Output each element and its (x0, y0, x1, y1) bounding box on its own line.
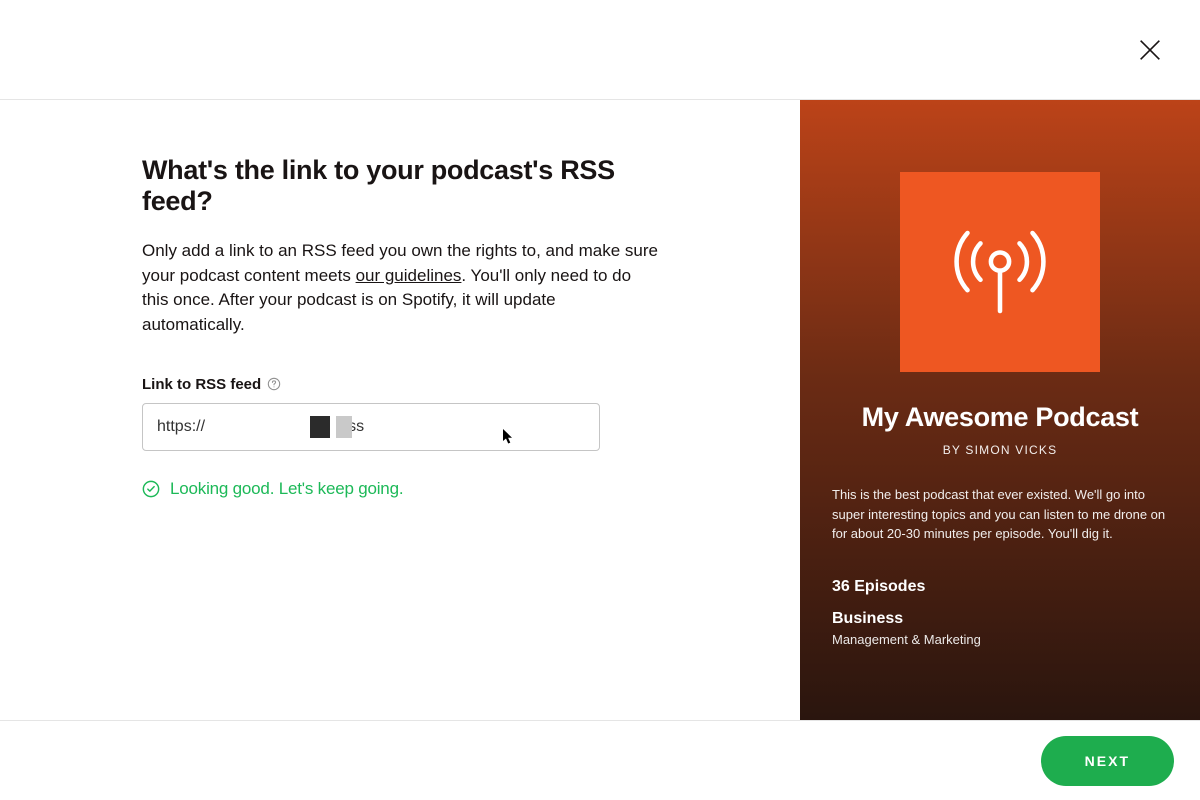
validation-text: Looking good. Let's keep going. (170, 479, 403, 499)
form-panel: What's the link to your podcast's RSS fe… (0, 100, 800, 720)
podcast-author: BY SIMON VICKS (943, 443, 1058, 457)
check-circle-icon (142, 480, 160, 498)
podcast-description: This is the best podcast that ever exist… (832, 485, 1168, 544)
next-button[interactable]: NEXT (1041, 736, 1174, 786)
content-area: What's the link to your podcast's RSS fe… (0, 100, 1200, 720)
help-icon[interactable] (267, 377, 281, 391)
rss-input-wrap (142, 403, 600, 451)
form-heading: What's the link to your podcast's RSS fe… (142, 155, 660, 217)
rss-field-label: Link to RSS feed (142, 376, 261, 393)
category-main: Business (832, 610, 1168, 628)
redaction-block (336, 416, 352, 438)
category-sub: Management & Marketing (832, 632, 1168, 647)
close-icon (1136, 36, 1164, 64)
episodes-count: 36 Episodes (832, 578, 1168, 596)
form-description: Only add a link to an RSS feed you own t… (142, 239, 660, 338)
redaction-block (310, 416, 330, 438)
field-label-row: Link to RSS feed (142, 376, 660, 393)
podcast-artwork (900, 172, 1100, 372)
broadcast-icon (935, 207, 1065, 337)
close-button[interactable] (1134, 34, 1166, 66)
bottom-bar: NEXT (0, 720, 1200, 800)
validation-message: Looking good. Let's keep going. (142, 479, 660, 499)
podcast-meta: 36 Episodes Business Management & Market… (832, 578, 1168, 647)
podcast-title: My Awesome Podcast (862, 402, 1139, 433)
rss-input[interactable] (142, 403, 600, 451)
top-bar (0, 0, 1200, 100)
preview-panel: My Awesome Podcast BY SIMON VICKS This i… (800, 100, 1200, 720)
author-name: SIMON VICKS (965, 443, 1057, 457)
author-prefix: BY (943, 443, 966, 457)
guidelines-link[interactable]: our guidelines (356, 266, 462, 285)
